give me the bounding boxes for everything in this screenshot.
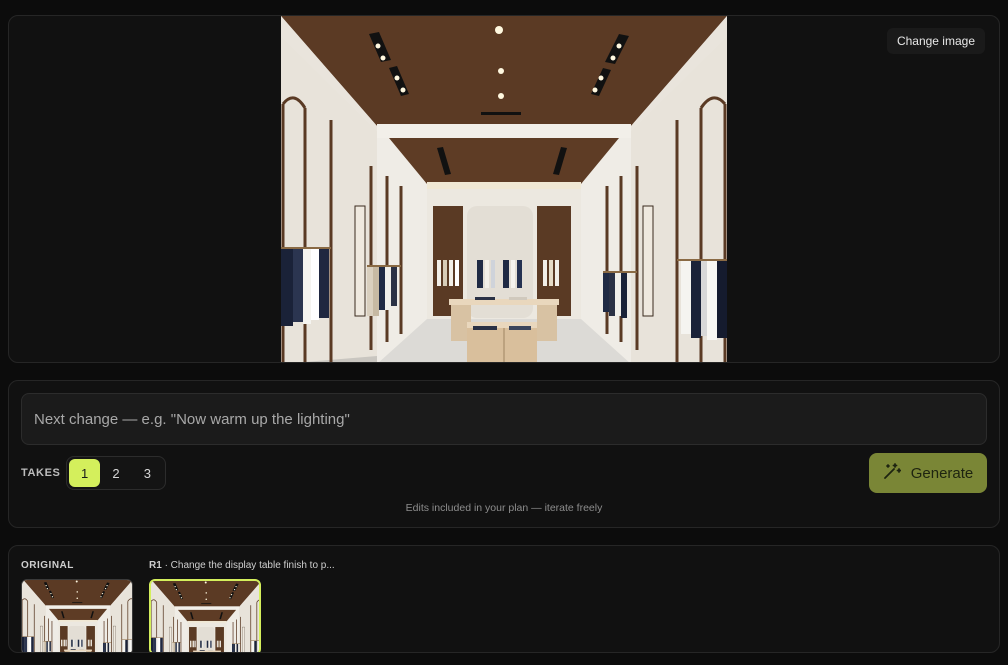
plan-note: Edits included in your plan — iterate fr…: [405, 502, 603, 514]
history-panel: ORIGINAL R1 · Change the display table f…: [8, 545, 1000, 653]
preview-image: [281, 16, 727, 362]
generate-button[interactable]: Generate: [869, 453, 987, 493]
prompt-input[interactable]: [21, 393, 987, 445]
magic-wand-icon: [883, 462, 902, 484]
takes-label: TAKES: [21, 467, 61, 479]
image-preview-panel: Change image: [8, 15, 1000, 363]
revision-id: R1: [149, 560, 162, 571]
revision-thumbnail[interactable]: [149, 579, 261, 652]
take-option-1[interactable]: 1: [69, 459, 101, 487]
prompt-panel: TAKES 1 2 3 Generate Edits included in y…: [8, 380, 1000, 528]
generate-label: Generate: [910, 464, 974, 482]
revision-label: R1 · Change the display table finish to …: [149, 560, 335, 571]
change-image-button[interactable]: Change image: [886, 28, 985, 54]
revision-text: · Change the display table finish to p..…: [161, 560, 335, 571]
original-thumbnail[interactable]: [21, 579, 133, 652]
take-option-2[interactable]: 2: [100, 459, 131, 487]
original-label: ORIGINAL: [21, 560, 74, 571]
takes-selector: 1 2 3: [66, 456, 166, 490]
take-option-3[interactable]: 3: [132, 459, 163, 487]
